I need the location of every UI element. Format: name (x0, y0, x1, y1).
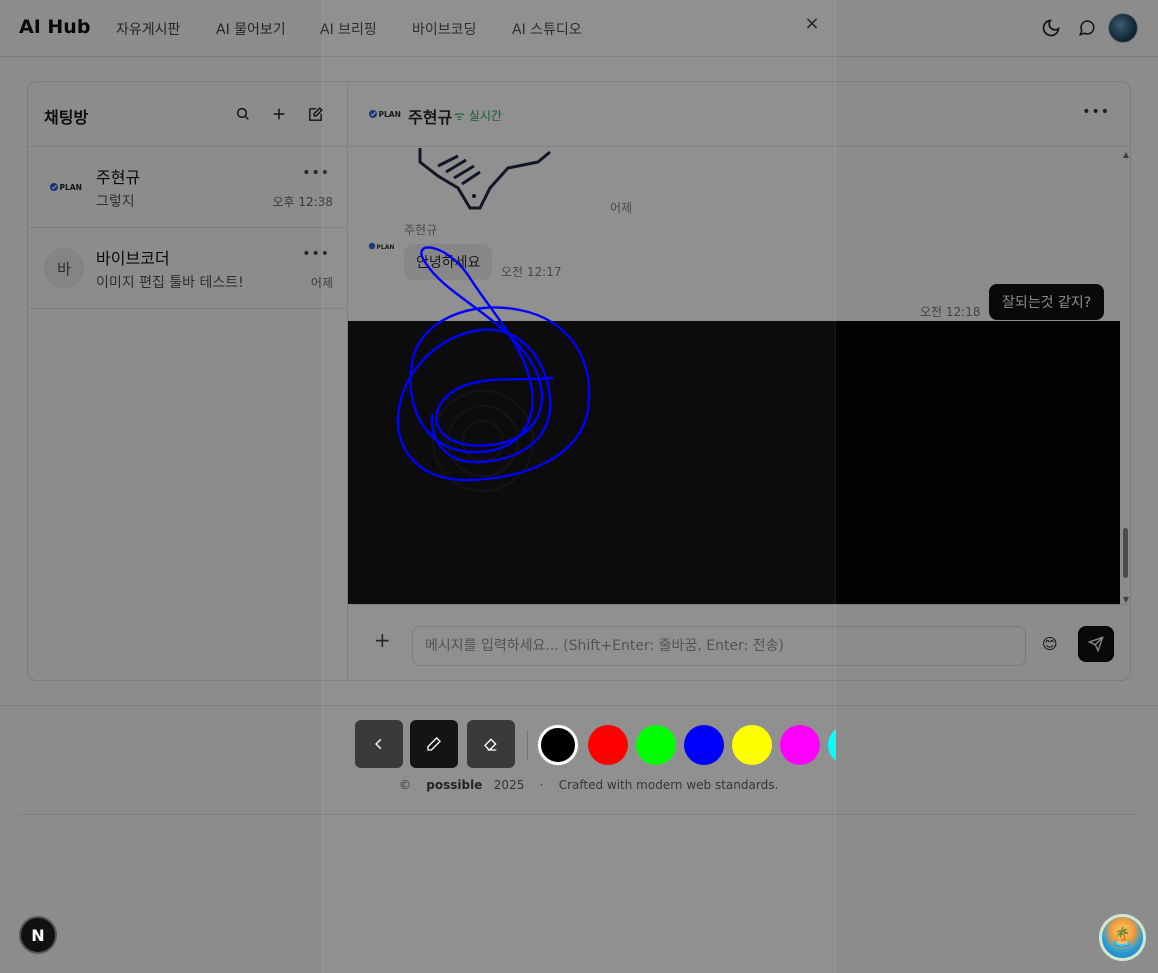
room-avatar: 바 (44, 248, 84, 288)
room-name: 주현규 (96, 168, 141, 187)
scrollbar[interactable]: ▲ ▼ (1122, 148, 1130, 604)
plan-logo-avatar: PLAN (44, 167, 84, 207)
nav-free-board[interactable]: 자유게시판 (116, 19, 180, 39)
outgoing-time: 오전 12:18 (920, 305, 981, 319)
color-swatch-blue[interactable] (684, 725, 724, 765)
chat-icon[interactable] (1076, 17, 1098, 39)
scroll-down-icon[interactable]: ▼ (1123, 595, 1129, 604)
color-swatch-green[interactable] (636, 725, 676, 765)
dark-mode-icon[interactable] (1040, 17, 1062, 39)
nav-ai-ask[interactable]: AI 물어보기 (216, 19, 286, 39)
toolbar-divider (527, 730, 528, 760)
color-swatch-magenta[interactable] (780, 725, 820, 765)
scroll-up-icon[interactable]: ▲ (1123, 150, 1129, 159)
search-icon[interactable] (233, 104, 253, 124)
color-swatch-red[interactable] (588, 725, 628, 765)
svg-text:PLAN: PLAN (60, 183, 82, 192)
room-name: 바이브코더 (96, 249, 170, 268)
chevron-left-icon (375, 738, 382, 750)
eraser-icon (484, 738, 497, 751)
back-button[interactable] (355, 720, 403, 768)
sidebar-title: 채팅방 (44, 108, 89, 127)
eraser-tool-button[interactable] (467, 720, 515, 768)
swatch-overflow-clip (828, 725, 836, 765)
pen-tool-button[interactable] (410, 720, 458, 768)
color-swatch-yellow[interactable] (732, 725, 772, 765)
chat-room-item[interactable]: 바 바이브코더 이미지 편집 툴바 테스트! 어제 ••• (28, 228, 348, 309)
close-icon[interactable]: × (802, 13, 822, 34)
sidebar-header: 채팅방 (28, 82, 348, 147)
user-avatar[interactable] (1108, 13, 1138, 43)
chat-room-sidebar: 채팅방 PLAN 주현규 그렇지 오후 12:38 ••• 바 바이브코더 이미… (28, 82, 348, 680)
emoji-icon[interactable]: 😊 (1042, 635, 1058, 653)
room-last-message: 그렇지 (96, 194, 135, 210)
beach-widget-icon[interactable]: 🏝️ (1099, 914, 1146, 961)
color-swatch-cyan[interactable] (828, 725, 836, 765)
color-swatch-black[interactable] (538, 725, 578, 765)
more-icon[interactable]: ••• (1082, 104, 1110, 120)
send-icon (1088, 636, 1104, 652)
nextjs-dev-badge[interactable]: N (19, 916, 57, 954)
editor-panel (322, 0, 836, 973)
room-last-message: 이미지 편집 툴바 테스트! (96, 275, 244, 291)
scroll-thumb[interactable] (1123, 528, 1128, 578)
outgoing-message: 잘되는것 같지? (989, 284, 1105, 320)
brand-logo[interactable]: AI Hub (19, 16, 90, 38)
send-button[interactable] (1078, 626, 1114, 662)
plus-icon[interactable] (269, 104, 289, 124)
pen-icon (427, 737, 441, 751)
chat-room-item[interactable]: PLAN 주현규 그렇지 오후 12:38 ••• (28, 147, 348, 228)
